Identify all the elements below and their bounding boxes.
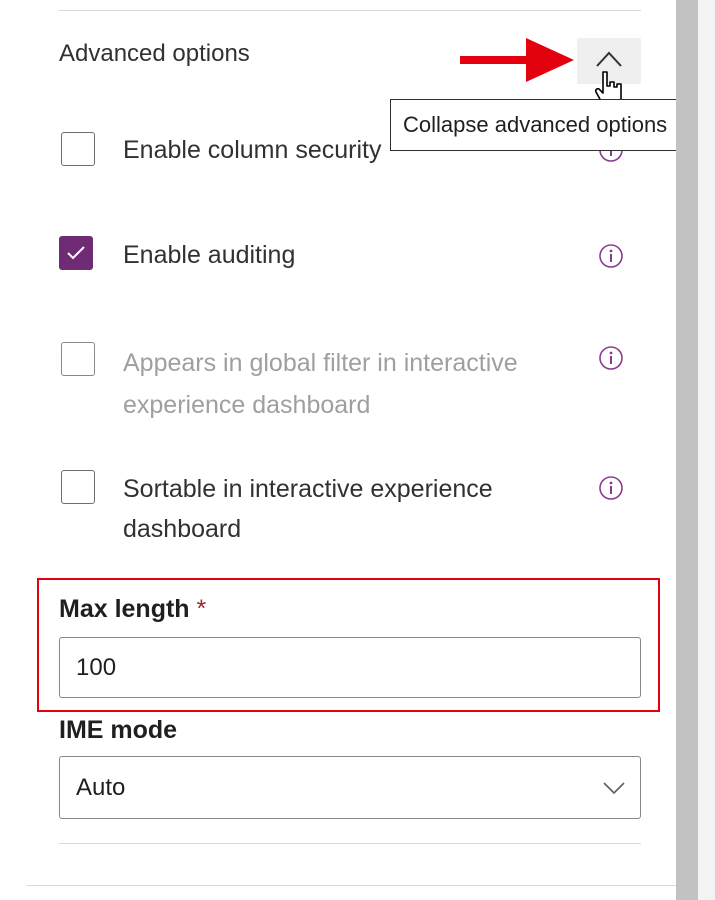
checkmark-icon: [67, 246, 85, 260]
enable-auditing-label: Enable auditing: [123, 241, 296, 269]
section-divider: [59, 843, 641, 844]
sortable-dashboard-label-line1: Sortable in interactive experience: [123, 475, 493, 503]
scrollbar[interactable]: [676, 0, 698, 900]
enable-column-security-label: Enable column security: [123, 136, 382, 164]
enable-column-security-checkbox[interactable]: [61, 132, 95, 166]
ime-mode-select[interactable]: Auto: [59, 756, 641, 819]
sortable-dashboard-label-line2: dashboard: [123, 515, 242, 543]
global-filter-label-line1: Appears in global filter in interactive: [123, 349, 518, 377]
chevron-up-icon: [596, 51, 622, 67]
enable-auditing-checkbox[interactable]: [59, 236, 93, 270]
info-icon[interactable]: [598, 243, 624, 269]
info-icon[interactable]: [598, 475, 624, 501]
required-marker: *: [196, 595, 207, 623]
global-filter-label-line2: experience dashboard: [123, 391, 371, 419]
chevron-down-icon: [603, 781, 625, 794]
collapse-tooltip: Collapse advanced options: [390, 99, 696, 151]
info-icon[interactable]: [598, 345, 624, 371]
sortable-dashboard-checkbox[interactable]: [61, 470, 95, 504]
max-length-input[interactable]: [59, 637, 641, 698]
ime-mode-value: Auto: [76, 773, 126, 801]
advanced-options-heading: Advanced options: [59, 40, 250, 67]
max-length-label-text: Max length: [59, 595, 190, 623]
top-divider: [59, 10, 641, 11]
global-filter-checkbox[interactable]: [61, 342, 95, 376]
page-edge: [698, 0, 715, 900]
ime-mode-label: IME mode: [59, 716, 178, 744]
footer-divider: [27, 885, 676, 886]
max-length-label: Max length *: [59, 595, 206, 624]
red-arrow-icon: [460, 38, 574, 82]
